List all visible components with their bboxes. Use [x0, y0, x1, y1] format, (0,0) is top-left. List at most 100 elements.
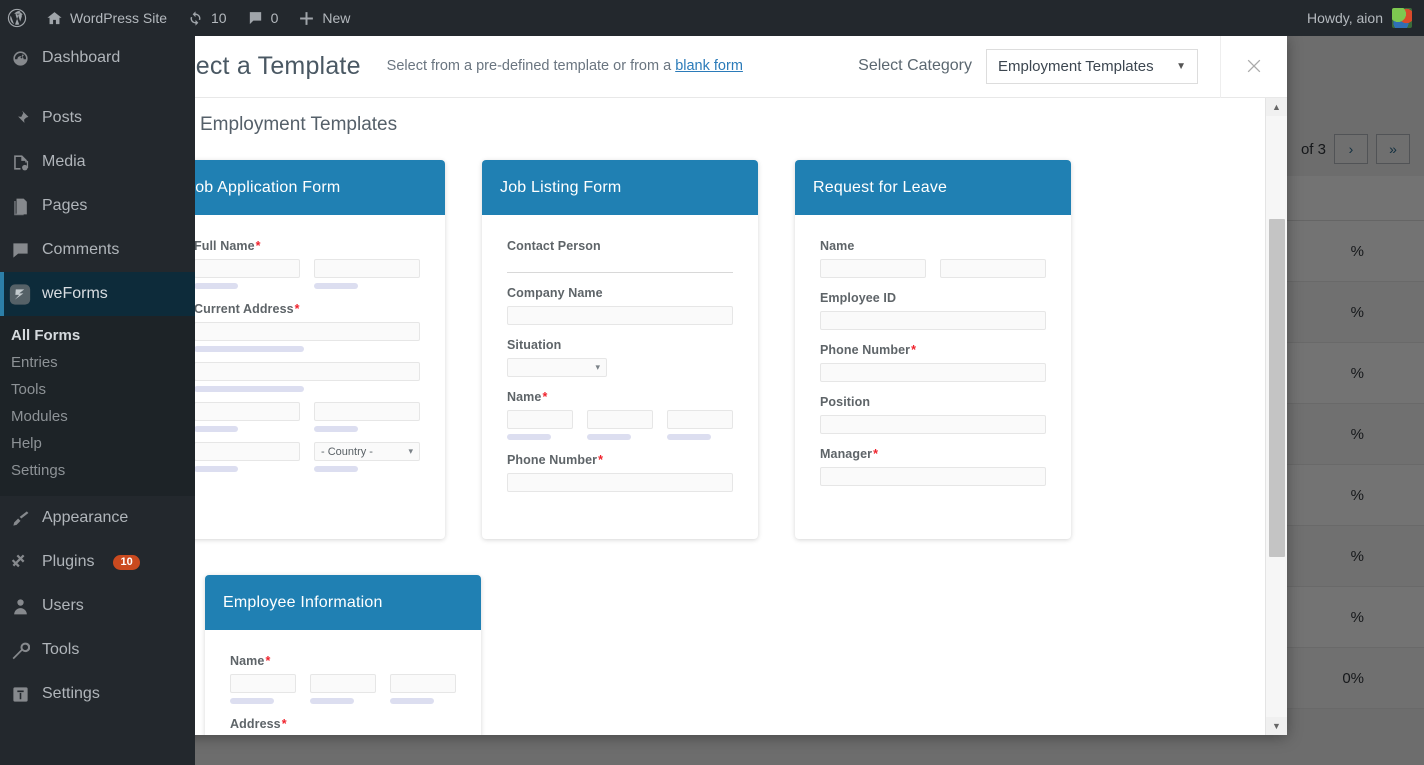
template-card-preview: Name* Address*	[205, 630, 481, 735]
preview-input	[230, 674, 296, 693]
sidebar-item-label: Pages	[42, 197, 88, 214]
preview-field: Phone Number*	[507, 453, 733, 492]
preview-field: Name*	[507, 390, 733, 440]
template-card-preview: Full Name* Current Address * - Country - …	[169, 215, 445, 519]
preview-input	[820, 467, 1046, 486]
home-icon	[47, 11, 62, 24]
template-card-title: Request for Leave	[795, 160, 1071, 215]
preview-input	[587, 410, 653, 429]
site-name-menu[interactable]: WordPress Site	[36, 0, 177, 36]
sidebar-item-weforms[interactable]: weForms	[0, 272, 195, 316]
sidebar-item-label: Comments	[42, 241, 120, 258]
chevron-down-icon: ▼	[1176, 60, 1186, 72]
sidebar-item-all-forms[interactable]: All Forms	[0, 322, 195, 349]
preview-ghost-bar	[587, 434, 631, 440]
avatar	[1392, 8, 1412, 28]
preview-input	[194, 322, 420, 341]
sidebar-item-label: Appearance	[42, 509, 129, 526]
preview-ghost-bar	[314, 426, 358, 432]
preview-ghost-bar	[194, 346, 304, 352]
preview-field-label: Situation	[507, 338, 562, 352]
template-card[interactable]: Request for Leave Name Employee ID Phone…	[795, 160, 1071, 539]
preview-input	[390, 674, 456, 693]
preview-ghost-bar	[314, 283, 358, 289]
category-heading-label: Employment Templates	[200, 114, 398, 135]
preview-field-label: Company Name	[507, 286, 603, 300]
scroll-down-button[interactable]: ▼	[1266, 717, 1287, 735]
modal-subtitle: Select from a pre-defined template or fr…	[387, 58, 743, 74]
preview-label-text: Address	[230, 717, 281, 731]
preview-input	[820, 259, 926, 278]
template-card[interactable]: Job Application Form Full Name* Current …	[169, 160, 445, 539]
template-card[interactable]: Employee Information Name* Address*	[205, 575, 481, 735]
modal-scrollbar[interactable]: ▲ ▼	[1265, 98, 1287, 735]
sidebar-item-modules[interactable]: Modules	[0, 403, 195, 430]
sidebar-item-posts[interactable]: Posts	[0, 96, 195, 140]
sidebar-item-settings-main[interactable]: Settings	[0, 672, 195, 716]
sidebar-item-comments[interactable]: Comments	[0, 228, 195, 272]
sidebar-item-tools[interactable]: Tools	[0, 376, 195, 403]
preview-field-label: Position	[820, 395, 871, 409]
modal-header: Select a Template Select from a pre-defi…	[135, 34, 1287, 98]
sidebar-item-tools-main[interactable]: Tools	[0, 628, 195, 672]
sidebar-item-label: Settings	[42, 685, 100, 702]
preview-field: Contact Person	[507, 239, 733, 273]
preview-country-select: - Country - ▾	[314, 442, 420, 461]
preview-input	[667, 410, 733, 429]
sidebar-item-appearance[interactable]: Appearance	[0, 496, 195, 540]
preview-field-label: Manager*	[820, 447, 1046, 461]
comments-menu[interactable]: 0	[237, 0, 289, 36]
sidebar-item-users[interactable]: Users	[0, 584, 195, 628]
wrench-icon	[9, 641, 31, 660]
new-content-menu[interactable]: New	[288, 0, 360, 36]
sidebar-item-pages[interactable]: Pages	[0, 184, 195, 228]
preview-field: Company Name	[507, 286, 733, 325]
preview-field: Full Name*	[194, 239, 420, 289]
preview-input	[194, 362, 420, 381]
my-account-menu[interactable]: Howdy, aion	[1307, 8, 1424, 28]
preview-field: Name*	[230, 654, 456, 704]
wordpress-logo-icon[interactable]	[0, 0, 36, 36]
sidebar-item-label: Plugins	[42, 553, 95, 570]
preview-input	[194, 402, 300, 421]
preview-label-text: Current Address	[194, 302, 294, 316]
close-button[interactable]	[1220, 34, 1287, 98]
sidebar-item-label: Users	[42, 597, 84, 614]
preview-field: Phone Number*	[820, 343, 1046, 382]
sidebar-item-label: Dashboard	[42, 49, 121, 66]
updates-menu[interactable]: 10	[177, 0, 237, 36]
blank-form-link[interactable]: blank form	[675, 58, 743, 74]
sidebar-item-label: Media	[42, 153, 86, 170]
preview-ghost-bar	[314, 466, 358, 472]
preview-select: ▾	[507, 358, 607, 377]
preview-input	[310, 674, 376, 693]
scroll-up-button[interactable]: ▲	[1266, 98, 1287, 116]
comments-count: 0	[270, 10, 279, 26]
settings-icon	[9, 685, 31, 704]
preview-input	[507, 473, 733, 492]
wp-admin-bar: WordPress Site 10 0 New Howdy, aion	[0, 0, 1424, 36]
comment-bubble-icon	[249, 11, 261, 24]
template-card-preview: Name Employee ID Phone Number* Position …	[795, 215, 1071, 533]
scrollbar-thumb[interactable]	[1269, 219, 1285, 557]
modal-subtitle-text: Select from a pre-defined template or fr…	[386, 58, 676, 74]
required-marker: *	[542, 390, 548, 404]
sidebar-item-dashboard[interactable]: Dashboard	[0, 36, 195, 80]
preview-ghost-bar	[667, 434, 711, 440]
preview-field-label: Phone Number*	[507, 453, 733, 467]
sidebar-item-entries[interactable]: Entries	[0, 349, 195, 376]
sidebar-item-help[interactable]: Help	[0, 430, 195, 457]
template-card[interactable]: Job Listing Form Contact Person Company …	[482, 160, 758, 539]
plus-icon	[300, 11, 314, 25]
sidebar-item-media[interactable]: Media	[0, 140, 195, 184]
required-marker: *	[255, 239, 261, 253]
close-icon	[1247, 59, 1261, 73]
category-heading: Employment Templates	[169, 112, 1265, 138]
preview-field-label: Name*	[507, 390, 733, 404]
preview-ghost-bar	[507, 434, 551, 440]
updates-count: 10	[211, 10, 227, 26]
category-select[interactable]: Employment Templates ▼	[986, 48, 1198, 84]
sidebar-item-settings[interactable]: Settings	[0, 457, 195, 484]
category-filter: Select Category Employment Templates ▼	[858, 48, 1198, 84]
sidebar-item-plugins[interactable]: Plugins 10	[0, 540, 195, 584]
